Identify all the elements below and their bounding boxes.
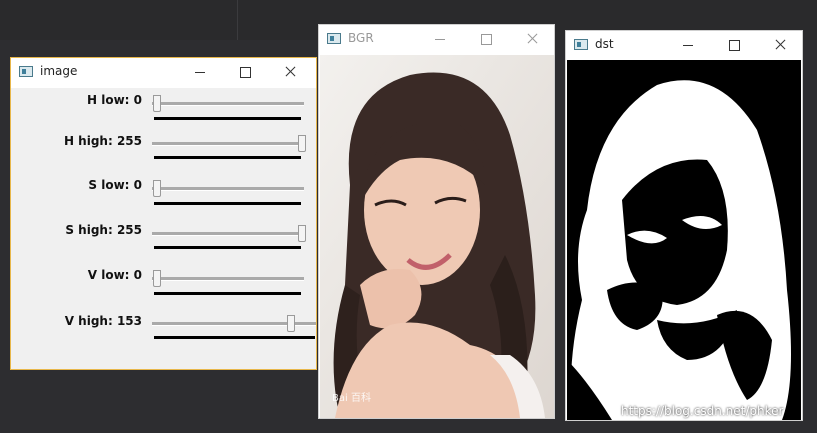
image-window[interactable]: image H low: 0 H high: 255 S low: 0 S hi… [10,57,317,370]
minimize-icon[interactable] [669,31,709,59]
trackbar-thumb[interactable] [153,180,161,197]
trackbar-label: S low: 0 [88,178,142,192]
trackbar-groove[interactable] [152,232,304,236]
photo-watermark: Bai 百科 [332,393,371,404]
bgr-window-titlebar[interactable]: BGR [319,25,554,53]
image-window-title: image [40,64,78,78]
trackbar-label: H high: 255 [63,134,142,148]
dst-mask-image [567,60,801,420]
trackbar-underline [154,246,301,249]
trackbar-groove[interactable] [152,277,304,281]
trackbar-thumb[interactable] [153,270,161,287]
trackbar-thumb[interactable] [298,225,306,242]
trackbar-thumb[interactable] [287,315,295,332]
trackbar-label: V low: 0 [87,268,142,282]
dst-window[interactable]: dst [565,30,803,421]
trackbar-underline [154,156,301,159]
close-icon[interactable] [513,25,553,53]
trackbar-underline [154,202,301,205]
minimize-icon[interactable] [181,58,221,86]
close-icon[interactable] [761,31,801,59]
trackbar-groove[interactable] [152,187,304,191]
close-icon[interactable] [271,58,311,86]
trackbar-label: H low: 0 [87,93,142,107]
app-window-icon [19,66,33,77]
trackbar-groove[interactable] [152,102,304,106]
watermark-url: https://blog.csdn.net/phker [621,404,784,418]
trackbar-underline [154,117,301,120]
trackbar-groove[interactable] [152,142,304,146]
image-window-titlebar[interactable]: image [11,58,316,88]
dst-window-title: dst [595,37,614,51]
trackbar-thumb[interactable] [298,135,306,152]
maximize-icon[interactable] [467,25,507,53]
bgr-window[interactable]: BGR Bai 百科 [318,24,555,419]
maximize-icon[interactable] [226,58,266,86]
trackbar-label: S high: 255 [65,223,142,237]
app-window-icon [327,33,341,44]
trackbar-thumb[interactable] [153,95,161,112]
trackbar-underline [154,336,315,339]
bgr-window-title: BGR [348,31,374,45]
bgr-photo: Bai 百科 [320,55,554,418]
maximize-icon[interactable] [715,31,755,59]
trackbar-underline [154,292,301,295]
desktop-divider [237,0,238,40]
minimize-icon[interactable] [421,25,461,53]
dst-window-titlebar[interactable]: dst [566,31,802,59]
app-window-icon [574,39,588,50]
trackbar-label: V high: 153 [64,314,142,328]
